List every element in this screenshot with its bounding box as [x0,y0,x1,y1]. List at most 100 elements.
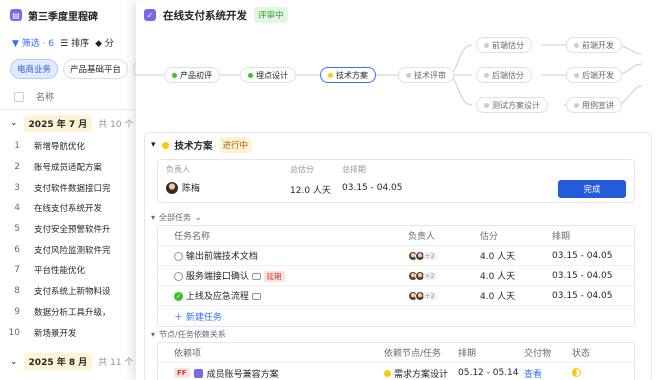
col-dep-period: 排期 [458,349,477,359]
row-name: 账号成员适配方案 [34,163,103,174]
more-owners-count: +2 [423,271,437,280]
chevron-down-icon: ▾ [151,329,156,339]
group-count: 共 10 个 [98,119,134,130]
project-icon [193,368,203,378]
dep-period-cell: 05.12 - 05.14 [458,368,519,378]
flow-node-tech-review[interactable]: 技术评审 [398,67,454,83]
col-dep-item: 依赖项 [174,349,202,359]
comment-icon[interactable] [251,293,261,300]
panel-header: ✓ 在线支付系统开发 评审中 [136,0,660,30]
flow-node-tech-plan[interactable]: 技术方案 [320,67,376,83]
owner-field[interactable]: 陈梅 [166,181,200,194]
flow-node-case-walkthrough[interactable]: 用例宣讲 [566,97,622,113]
row-name: 数据分析工具升级， [34,307,111,318]
filter-button[interactable]: ▼ 筛选 · 6 [12,36,54,49]
col-score: 估分 [480,232,499,242]
filter-icon: ▼ [12,38,19,49]
in-progress-dot-icon [384,369,391,377]
pending-dot-icon [574,42,579,48]
task-checkbox[interactable] [174,252,183,261]
task-checkbox[interactable] [174,272,183,281]
col-task-name: 任务名称 [174,232,211,242]
tab-platform[interactable]: 产品基础平台 [63,59,129,79]
col-deliverable: 交付物 [524,349,552,359]
period-cell: 03.15 - 04.05 [552,250,613,261]
done-dot-icon [248,72,253,78]
owner-avatars[interactable]: +2 [408,250,437,261]
workflow-diagram: 产品初评 埋点设计 技术方案 技术评审 前端估分 后端估分 测试方案设计 前端开… [136,34,660,126]
deps-table-header: 依赖项 依赖节点/任务 排期 交付物 状态 [158,343,634,363]
period-cell: 03.15 - 04.05 [552,290,613,301]
list-title: 第三季度里程碑 [28,11,98,23]
score-cell: 4.0 人天 [480,272,516,282]
period-cell: 03.15 - 04.05 [552,270,613,281]
select-all-checkbox[interactable] [14,91,24,102]
row-name: 支付风险监测软件完 [34,245,111,256]
chevron-down-icon: ⌄ [195,212,202,222]
flow-node-product-review[interactable]: 产品初评 [164,67,220,83]
table-row[interactable]: ✓ 上线及应急流程 +2 4.0 人天 03.15 - 04.05 [158,286,634,306]
pending-dot-icon [484,42,489,48]
in-progress-dot-icon [161,141,169,149]
group-button[interactable]: ◆ 分 [95,36,114,49]
table-row[interactable]: 输出前端技术文档 +2 4.0 人天 03.15 - 04.05 [158,246,634,266]
dependency-type-badge: FF [174,368,190,378]
flow-node-backend-dev[interactable]: 后端开发 [566,67,622,83]
period-value[interactable]: 03.15 - 04.05 [342,183,403,193]
in-progress-dot-icon [328,72,333,78]
project-icon: ✓ [144,9,156,21]
more-owners-count: +2 [423,251,437,260]
table-row[interactable]: 服务端接口确认 延期 +2 4.0 人天 03.15 - 04.05 [158,266,634,286]
col-owner: 负责人 [408,232,436,242]
flow-node-frontend-estimate[interactable]: 前端估分 [476,37,532,53]
status-badge: 评审中 [254,7,288,23]
pending-dot-icon [484,72,489,78]
col-status: 状态 [572,349,591,359]
new-task-button[interactable]: ＋ 新建任务 [174,310,222,323]
task-name-cell: 输出前端技术文档 [174,249,258,262]
dep-node-cell[interactable]: 需求方案设计 [384,367,448,380]
table-row[interactable]: FF 成员账号兼容方案 需求方案设计 05.12 - 05.14 查看 [158,363,634,380]
chevron-down-icon[interactable]: ⌄ [10,357,18,367]
dep-item-cell: FF 成员账号兼容方案 [174,367,279,380]
chevron-down-icon[interactable]: ▾ [151,140,156,150]
sort-icon: ☰ [60,38,69,49]
node-status-badge: 进行中 [218,137,253,153]
plus-icon: ＋ [174,312,184,323]
sort-button[interactable]: ☰ 排序 [60,36,89,49]
row-number: 9 [14,306,20,317]
flow-node-tracking-design[interactable]: 埋点设计 [240,67,296,83]
row-number: 5 [14,224,20,235]
row-number: 6 [14,244,20,255]
avatar [166,181,178,194]
complete-button[interactable]: 完成 [558,180,626,198]
deps-section-header[interactable]: ▾ 节点/任务依赖关系 [151,327,226,341]
flow-node-test-plan[interactable]: 测试方案设计 [476,97,548,113]
chevron-down-icon[interactable]: ⌄ [10,118,18,128]
flow-node-backend-estimate[interactable]: 后端估分 [476,67,532,83]
tab-ecommerce[interactable]: 电商业务 [10,59,59,79]
task-name-cell: ✓ 上线及应急流程 [174,289,261,302]
owner-avatars[interactable]: +2 [408,290,437,301]
row-name: 平台性能优化 [34,266,86,277]
tasks-table: 任务名称 负责人 估分 排期 输出前端技术文档 +2 4.0 人天 03.15 … [157,225,635,327]
row-number: 1 [14,141,20,152]
col-period: 排期 [552,232,571,242]
row-name: 新增导航优化 [34,142,86,153]
tasks-section-header[interactable]: ▾ 全部任务 ⌄ [151,210,202,224]
new-task-row[interactable]: ＋ 新建任务 [158,306,634,326]
owner-avatars[interactable]: +2 [408,270,437,281]
node-summary: 负责人 陈梅 总估分 12.0 人天 总排期 03.15 - 04.05 完成 [157,159,635,203]
view-deliverable-link[interactable]: 查看 [524,367,542,380]
group-label: 2025 年 7 月 [23,114,93,132]
row-name: 支付软件数据接口完 [34,183,111,194]
node-title: 技术方案 [174,141,213,152]
node-detail-card: ▾ 技术方案 进行中 负责人 陈梅 总估分 12.0 人天 总排期 03.15 … [144,132,652,380]
task-name-cell: 服务端接口确认 延期 [174,269,285,282]
check-icon[interactable]: ✓ [174,292,183,301]
row-number: 7 [14,265,20,276]
comment-icon[interactable] [251,273,261,280]
col-dep-node: 依赖节点/任务 [384,349,442,359]
row-number: 3 [14,182,20,193]
flow-node-frontend-dev[interactable]: 前端开发 [566,37,622,53]
